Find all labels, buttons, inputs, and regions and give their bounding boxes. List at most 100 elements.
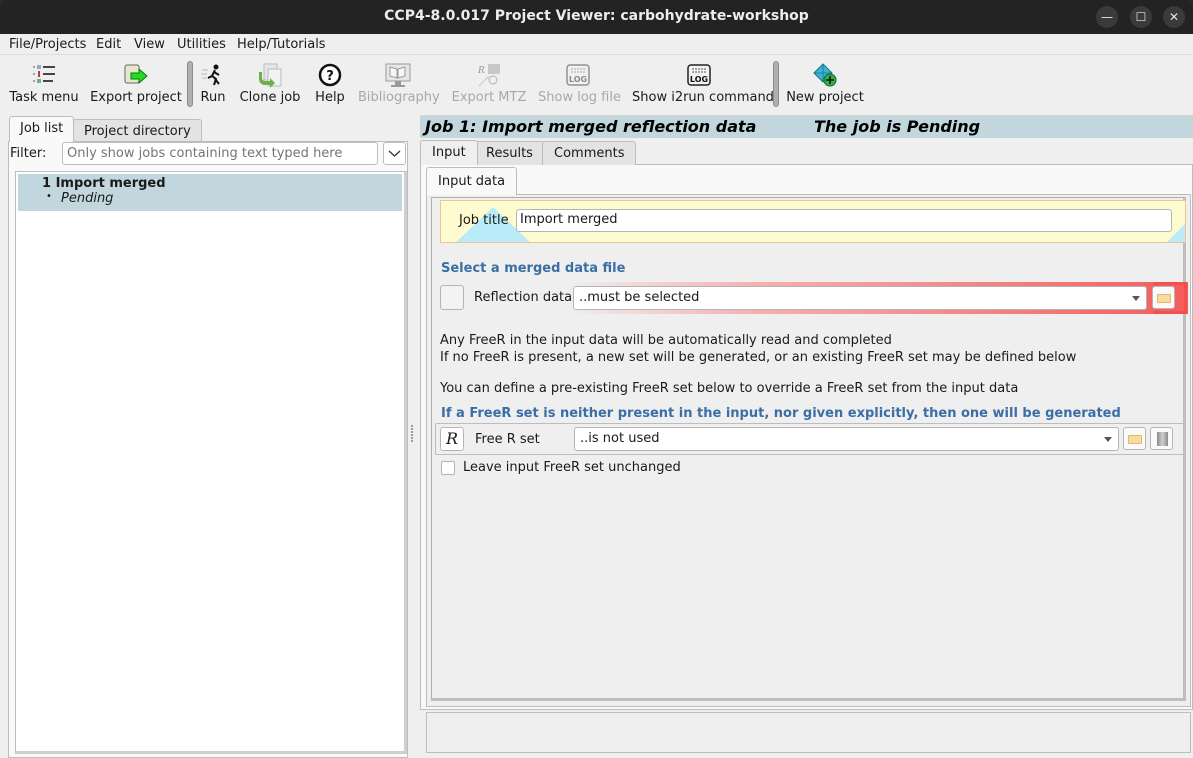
new-project-label: New project	[786, 90, 864, 105]
status-bullet: •	[46, 191, 52, 202]
job-header-status: The job is Pending	[814, 117, 981, 136]
free-r-icon[interactable]: R	[440, 427, 464, 451]
bibliography-icon	[384, 62, 412, 88]
job-header-title: Job 1: Import merged reflection data	[425, 117, 757, 136]
filter-dropdown-button[interactable]	[383, 142, 406, 165]
tab-comments[interactable]: Comments	[542, 141, 637, 165]
free-r-set-row: R Free R set ..is not used	[435, 423, 1185, 455]
tab-input[interactable]: Input	[420, 140, 478, 165]
bibliography-button[interactable]: Bibliography	[358, 55, 440, 112]
job-list-item[interactable]: 1 Import merged • Pending	[18, 174, 402, 211]
help-button[interactable]: ? Help	[312, 55, 348, 112]
toolbar-separator	[187, 61, 193, 107]
reflection-data-label: Reflection data	[474, 290, 573, 305]
dropdown-arrow-icon	[1132, 296, 1140, 301]
export-mtz-label: Export MTZ	[451, 90, 527, 105]
job-title-box: Job title Import merged	[440, 200, 1186, 243]
input-data-panel: Job title Import merged Select a merged …	[426, 194, 1191, 707]
section-heading-merged-data: Select a merged data file	[441, 261, 626, 276]
menu-utilities[interactable]: Utilities	[177, 37, 226, 52]
show-log-file-label: Show log file	[538, 90, 621, 105]
job-title: 1 Import merged	[42, 176, 166, 191]
run-label: Run	[200, 90, 226, 105]
database-icon	[1157, 432, 1168, 446]
filter-label: Filter:	[10, 146, 47, 161]
new-project-icon	[811, 62, 839, 88]
menubar: File/Projects Edit View Utilities Help/T…	[0, 34, 1193, 55]
leave-freer-unchanged-label: Leave input FreeR set unchanged	[463, 460, 681, 475]
browse-file-button[interactable]	[1123, 427, 1146, 450]
svg-text:LOG: LOG	[690, 75, 708, 84]
leave-freer-unchanged-checkbox[interactable]	[441, 461, 455, 475]
job-header: Job 1: Import merged reflection data The…	[420, 115, 1193, 138]
menu-edit[interactable]: Edit	[96, 37, 121, 52]
database-button[interactable]	[1150, 427, 1173, 450]
export-project-label: Export project	[90, 90, 182, 105]
run-button[interactable]: Run	[198, 55, 228, 112]
menu-file-projects[interactable]: File/Projects	[9, 37, 86, 52]
svg-text:R: R	[477, 66, 485, 76]
browse-file-button[interactable]	[1152, 286, 1175, 309]
svg-text:LOG: LOG	[569, 75, 587, 84]
show-i2run-command-button[interactable]: LOG Show i2run command	[632, 55, 774, 112]
export-project-button[interactable]: Export project	[90, 55, 182, 112]
info-text: If no FreeR is present, a new set will b…	[440, 350, 1077, 365]
close-button[interactable]: ✕	[1163, 6, 1185, 28]
log-file-icon: LOG	[564, 62, 592, 88]
folder-icon	[1157, 294, 1171, 303]
maximize-icon: ☐	[1135, 10, 1147, 24]
filter-input[interactable]	[62, 142, 378, 165]
info-text: Any FreeR in the input data will be auto…	[440, 333, 892, 348]
show-i2run-command-label: Show i2run command	[632, 90, 774, 105]
export-project-icon	[122, 62, 150, 88]
svg-text:?: ?	[326, 69, 334, 84]
right-pane: Job 1: Import merged reflection data The…	[414, 112, 1193, 758]
subtab-input-data[interactable]: Input data	[426, 167, 518, 195]
free-r-set-value: ..is not used	[580, 431, 660, 446]
job-status: Pending	[61, 191, 114, 206]
left-pane: Job list Project directory Filter: 1 Imp…	[0, 112, 414, 758]
job-title-input[interactable]: Import merged	[516, 209, 1172, 232]
tab-job-list[interactable]: Job list	[9, 116, 75, 142]
tab-project-directory[interactable]: Project directory	[73, 119, 202, 141]
tab-results[interactable]: Results	[474, 141, 545, 165]
window-titlebar: CCP4-8.0.017 Project Viewer: carbohydrat…	[0, 0, 1193, 34]
show-log-file-button[interactable]: LOG Show log file	[538, 55, 621, 112]
section-heading-freer: If a FreeR set is neither present in the…	[441, 406, 1121, 421]
job-title-label: Job title	[459, 213, 509, 228]
folder-icon	[1128, 435, 1142, 444]
toolbar: Task menu Export project Run Clone job ?…	[0, 55, 1193, 112]
help-icon: ?	[316, 62, 344, 88]
free-r-set-label: Free R set	[475, 432, 540, 447]
new-project-button[interactable]: New project	[786, 55, 864, 112]
task-menu-icon	[30, 62, 58, 88]
free-r-set-select[interactable]: ..is not used	[574, 427, 1119, 451]
export-mtz-button[interactable]: R Export MTZ	[450, 55, 528, 112]
job-list[interactable]: 1 Import merged • Pending	[15, 171, 407, 754]
window-title: CCP4-8.0.017 Project Viewer: carbohydrat…	[384, 8, 809, 24]
info-text: You can define a pre-existing FreeR set …	[440, 381, 1019, 396]
reflection-data-icon-button[interactable]	[440, 285, 464, 310]
clone-job-icon	[256, 62, 284, 88]
chevron-down-icon	[388, 150, 401, 157]
bibliography-label: Bibliography	[358, 90, 440, 105]
task-menu-button[interactable]: Task menu	[8, 55, 80, 112]
reflection-data-select[interactable]: ..must be selected	[573, 286, 1147, 310]
clone-job-button[interactable]: Clone job	[238, 55, 302, 112]
minimize-icon: —	[1101, 10, 1113, 24]
reflection-data-value: ..must be selected	[579, 290, 700, 305]
menu-help-tutorials[interactable]: Help/Tutorials	[237, 37, 326, 52]
status-panel	[426, 712, 1191, 753]
maximize-button[interactable]: ☐	[1130, 6, 1152, 28]
log-file-icon: LOG	[685, 62, 713, 88]
export-mtz-icon: R	[475, 62, 503, 88]
menu-view[interactable]: View	[134, 37, 165, 52]
reflection-data-row: Reflection data ..must be selected	[440, 282, 1188, 314]
toolbar-separator	[773, 61, 779, 107]
help-label: Help	[315, 90, 345, 105]
run-icon	[199, 62, 227, 88]
close-icon: ✕	[1168, 10, 1180, 24]
minimize-button[interactable]: —	[1096, 6, 1118, 28]
dropdown-arrow-icon	[1104, 437, 1112, 442]
input-form: Job title Import merged Select a merged …	[431, 197, 1188, 701]
